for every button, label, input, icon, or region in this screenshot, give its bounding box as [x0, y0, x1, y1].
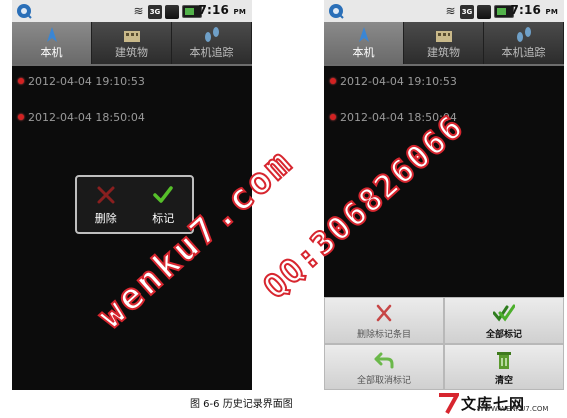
record-dot-icon — [330, 78, 336, 84]
status-bar: ≋ 3G 7:16 PM — [324, 0, 564, 22]
app-logo-icon — [329, 4, 344, 19]
status-bar: ≋ 3G 7:16 PM — [12, 0, 252, 22]
double-checkmark-icon — [493, 304, 515, 322]
compass-arrow-icon — [358, 27, 369, 42]
figure-caption: 图 6-6 历史记录界面图 — [190, 399, 293, 410]
clear-button[interactable]: 清空 — [444, 343, 564, 390]
footprints-icon — [516, 27, 531, 42]
app-logo-icon — [17, 4, 32, 19]
tab-local[interactable]: 本机 — [324, 22, 404, 64]
history-item[interactable]: 2012-04-04 19:10:53 — [12, 64, 252, 98]
building-icon — [123, 31, 140, 42]
history-list: 2012-04-04 19:10:53 2012-04-04 18:50:04 — [324, 64, 564, 134]
signal-icon — [165, 4, 179, 19]
building-icon — [435, 31, 452, 42]
vibrate-icon: ≋ — [133, 4, 144, 18]
context-popup: 删除 标记 — [75, 175, 194, 234]
tab-tracking[interactable]: 本机追踪 — [484, 22, 564, 64]
brand-logo: 文库七网 WWW.WENKU7.COM — [437, 390, 562, 416]
compass-arrow-icon — [46, 27, 57, 42]
unmark-all-button[interactable]: 全部取消标记 — [324, 343, 444, 390]
tab-local[interactable]: 本机 — [12, 22, 92, 64]
tab-bar: 本机 建筑物 本机追踪 — [324, 22, 564, 66]
mark-all-button[interactable]: 全部标记 — [444, 297, 564, 344]
vibrate-icon: ≋ — [445, 4, 456, 18]
tab-buildings[interactable]: 建筑物 — [404, 22, 484, 64]
tab-buildings[interactable]: 建筑物 — [92, 22, 172, 64]
delete-x-icon — [376, 304, 392, 322]
record-dot-icon — [330, 114, 336, 120]
delete-x-icon — [97, 186, 115, 204]
signal-icon — [477, 4, 491, 19]
delete-marked-button[interactable]: 删除标记条目 — [324, 297, 444, 344]
network-3g-icon: 3G — [148, 4, 162, 19]
tab-tracking[interactable]: 本机追踪 — [172, 22, 252, 64]
tab-bar: 本机 建筑物 本机追踪 — [12, 22, 252, 66]
delete-button[interactable]: 删除 — [77, 177, 135, 232]
phone-screen-right: ≋ 3G 7:16 PM 本机 建筑物 本机追踪 2012-04-04 19:1… — [324, 0, 564, 390]
mark-button[interactable]: 标记 — [135, 177, 193, 232]
checkmark-icon — [153, 186, 173, 203]
trash-icon — [497, 351, 511, 369]
record-dot-icon — [18, 114, 24, 120]
undo-arrow-icon — [374, 352, 394, 368]
record-dot-icon — [18, 78, 24, 84]
network-3g-icon: 3G — [460, 4, 474, 19]
phone-screen-left: ≋ 3G 7:16 PM 本机 建筑物 本机追踪 2012-04-04 19:1… — [12, 0, 252, 390]
history-item[interactable]: 2012-04-04 18:50:04 — [324, 100, 564, 134]
footprints-icon — [204, 27, 219, 42]
history-item[interactable]: 2012-04-04 19:10:53 — [324, 64, 564, 98]
brand-7-icon — [439, 393, 459, 414]
options-menu: 删除标记条目 全部标记 全部取消标记 清空 — [324, 297, 564, 390]
history-list: 2012-04-04 19:10:53 2012-04-04 18:50:04 — [12, 64, 252, 134]
history-item[interactable]: 2012-04-04 18:50:04 — [12, 100, 252, 134]
status-time: 7:16 PM — [510, 3, 558, 17]
status-time: 7:16 PM — [198, 3, 246, 17]
